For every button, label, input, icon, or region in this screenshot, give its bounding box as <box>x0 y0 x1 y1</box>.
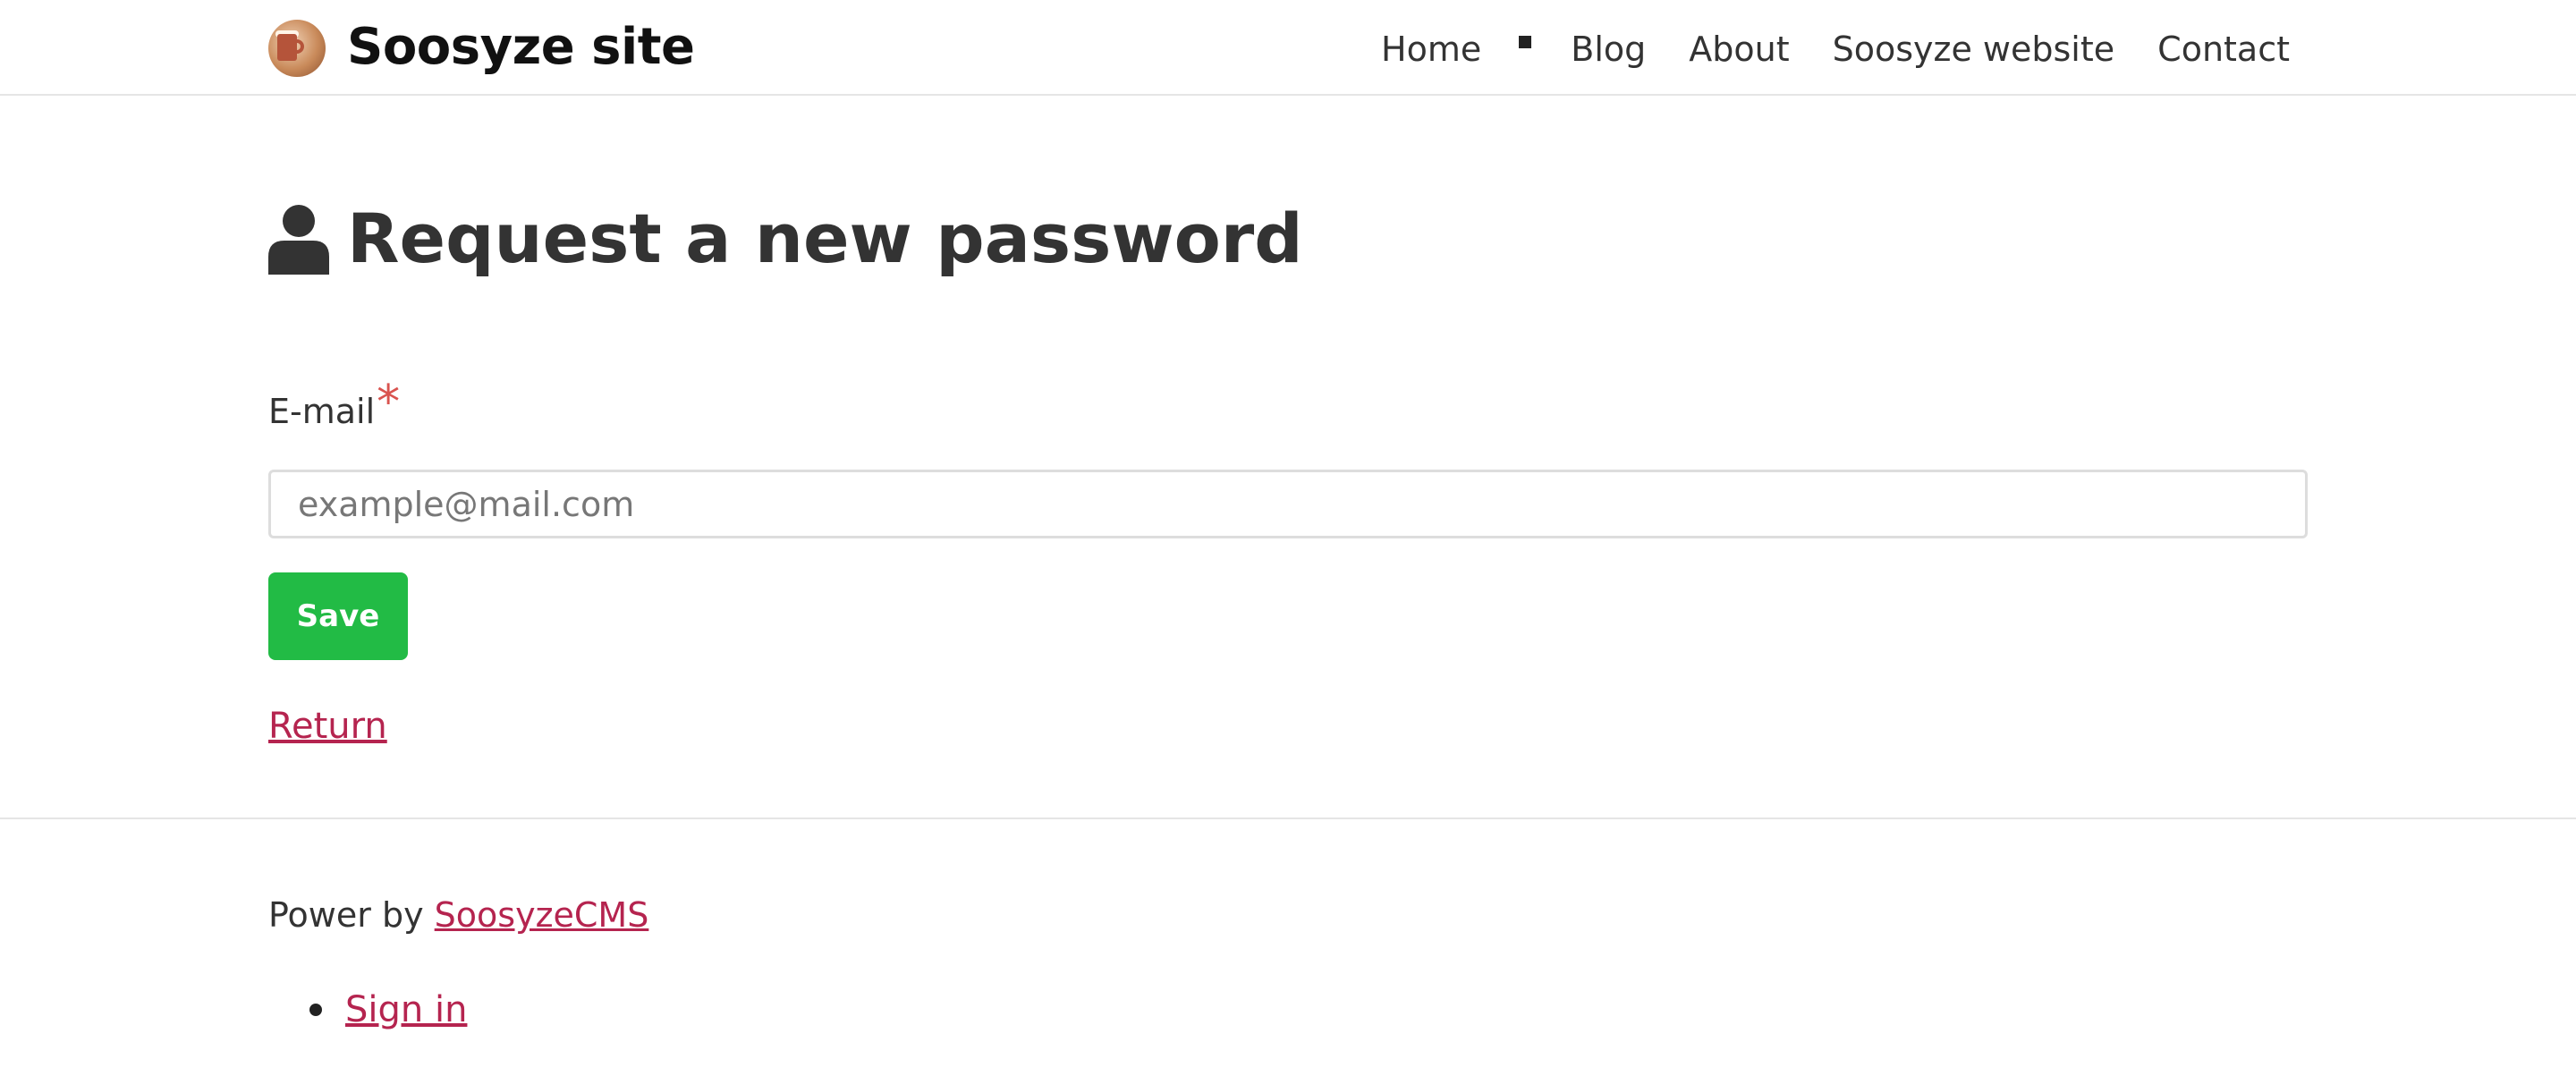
footer-menu-item: Sign in <box>268 987 467 1032</box>
site-header: Soosyze site Home Blog About Soosyze web… <box>0 0 2576 96</box>
site-logo[interactable] <box>268 20 326 77</box>
site-title[interactable]: Soosyze site <box>347 16 695 79</box>
power-by-label: Power by <box>268 895 435 935</box>
footer-menu: Sign in <box>268 987 467 1032</box>
nav-item-about[interactable]: About <box>1689 27 1789 72</box>
nav-item-soosyze-website[interactable]: Soosyze website <box>1833 27 2115 72</box>
nav-active-marker <box>1519 36 1532 48</box>
user-icon <box>268 205 329 275</box>
page-title: Request a new password <box>268 196 1303 282</box>
nav-item-home[interactable]: Home <box>1381 27 1481 72</box>
power-by-text: Power by SoosyzeCMS <box>268 893 648 937</box>
email-label-text: E-mail <box>268 392 376 431</box>
sign-in-link[interactable]: Sign in <box>345 987 467 1032</box>
return-link[interactable]: Return <box>268 704 387 749</box>
main-nav: Home Blog About Soosyze website Contact <box>1381 27 2290 72</box>
soosyzecms-link[interactable]: SoosyzeCMS <box>435 895 649 935</box>
footer-divider <box>0 818 2576 819</box>
bullet-icon <box>309 1004 322 1016</box>
nav-item-contact[interactable]: Contact <box>2157 27 2290 72</box>
logo-mug <box>277 34 297 61</box>
save-button[interactable]: Save <box>268 572 408 660</box>
page-title-text: Request a new password <box>347 199 1303 278</box>
email-input[interactable] <box>268 470 2308 538</box>
required-mark: * <box>377 376 401 429</box>
logo-mug-handle <box>295 39 304 54</box>
email-label: E-mail* <box>268 379 400 433</box>
nav-item-blog[interactable]: Blog <box>1571 27 1646 72</box>
